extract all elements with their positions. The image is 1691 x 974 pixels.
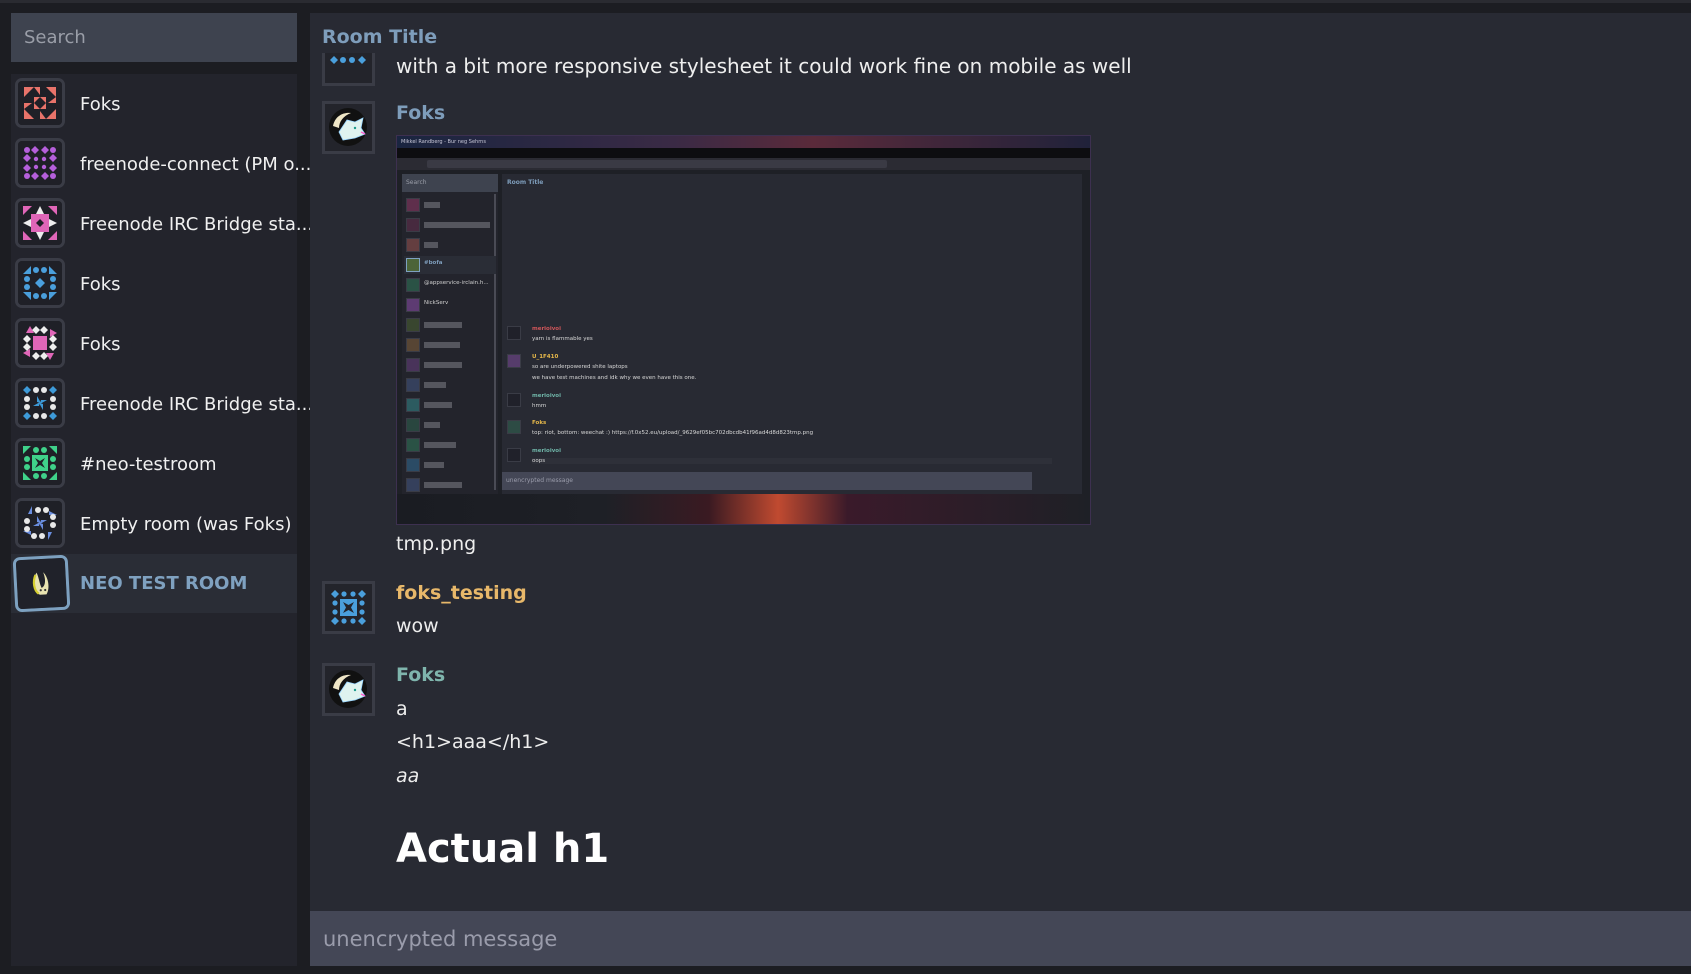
room-name: Empty room (was Foks) [80,513,292,535]
message-text: with a bit more responsive stylesheet it… [396,54,1132,78]
embedded-window-title: Mikkel Randberg - Bur neg Sehrns [397,136,1090,148]
room-list-item[interactable]: freenode-connect (PM o... [11,134,311,194]
embedded-composer: unencrypted message [502,472,1032,490]
identicon-pink-square-icon [15,318,65,368]
room-search-input[interactable] [11,13,297,62]
embedded-room-item: #bofa [404,256,496,274]
embedded-room-item: NickServ [404,296,496,314]
sidebar: Foks freenode-connect (PM o... Freenode … [11,13,313,966]
embedded-room-item: @appservice-irclain.h... [404,276,496,294]
embedded-desktop-wallpaper [397,494,1090,524]
embedded-room-item [404,396,496,414]
room-list-item[interactable]: #neo-testroom [11,434,297,494]
message-composer-input[interactable] [310,911,1691,966]
room-list: Foks freenode-connect (PM o... Freenode … [11,74,313,613]
embedded-room-item [404,356,496,374]
image-caption: tmp.png [396,533,477,555]
room-header [310,13,1691,53]
room-list-item[interactable]: Freenode IRC Bridge sta... [11,194,313,254]
identicon-red-triangles-icon [15,78,65,128]
embedded-room-title: Room Title [507,179,544,186]
message-text: <h1>aaa</h1> [396,731,550,753]
embedded-room-item [404,236,496,254]
room-name: freenode-connect (PM o... [80,153,312,175]
fox-avatar-icon [322,101,375,154]
sidebar-divider [11,62,297,74]
identicon-purple-dots-icon [15,138,65,188]
message-text: a [396,698,408,720]
room-name: Foks [80,273,121,295]
room-name: Freenode IRC Bridge sta... [80,393,314,415]
embedded-room-view: Room Title merioivoi yarn is flammable ye… [502,174,1082,494]
room-list-item-selected[interactable]: NEO TEST ROOM [11,554,297,613]
message-sender: Foks [396,664,446,686]
room-name: Foks [80,333,121,355]
embedded-room-item [404,376,496,394]
embedded-image-thumbnail[interactable]: Mikkel Randberg - Bur neg Sehrns Search … [396,135,1091,525]
room-name: Foks [80,93,121,115]
room-list-item[interactable]: Foks [11,74,297,134]
embedded-search: Search [402,174,498,192]
message-heading: Actual h1 [396,826,610,872]
embedded-browser-tabs [397,148,1090,158]
message-sender: Foks [396,102,446,124]
message-sender: foks_testing [396,582,527,604]
identicon-pink-diamond-icon [15,198,65,248]
embedded-room-item [404,436,496,454]
identicon-green-square-icon [15,438,65,488]
embedded-room-item [404,416,496,434]
message-text: wow [396,615,439,637]
identicon-blue-white-dots-icon [15,378,65,428]
identicon-blue-dots-icon [15,258,65,308]
fox-avatar-icon [322,663,375,716]
embedded-room-item [404,456,496,474]
room-list-item[interactable]: Foks [11,314,297,374]
identicon-lavender-dots-icon [15,498,65,548]
room-name: NEO TEST ROOM [80,573,248,594]
room-name: Freenode IRC Bridge sta... [80,213,314,235]
embedded-url-field [427,160,887,168]
room-name: #neo-testroom [80,453,217,475]
room-view: Room Title with a bit more responsive st… [310,13,1691,966]
identicon-blue-square-icon [322,581,375,634]
embedded-sidebar: Search #bofa @appservice-irclain.h... Ni… [402,174,498,494]
room-avatar-image-icon [12,554,71,613]
room-title: Room Title [322,26,438,48]
room-list-item[interactable]: Foks [11,254,297,314]
embedded-room-item [404,476,496,494]
embedded-room-item [404,316,496,334]
embedded-room-item [404,336,496,354]
room-list-item[interactable]: Freenode IRC Bridge sta... [11,374,313,434]
embedded-room-item [404,196,496,214]
embedded-room-item [404,216,496,234]
window-top-bar [0,0,1691,3]
message-text-italic: aa [396,765,420,787]
room-list-item[interactable]: Empty room (was Foks) [11,494,297,554]
